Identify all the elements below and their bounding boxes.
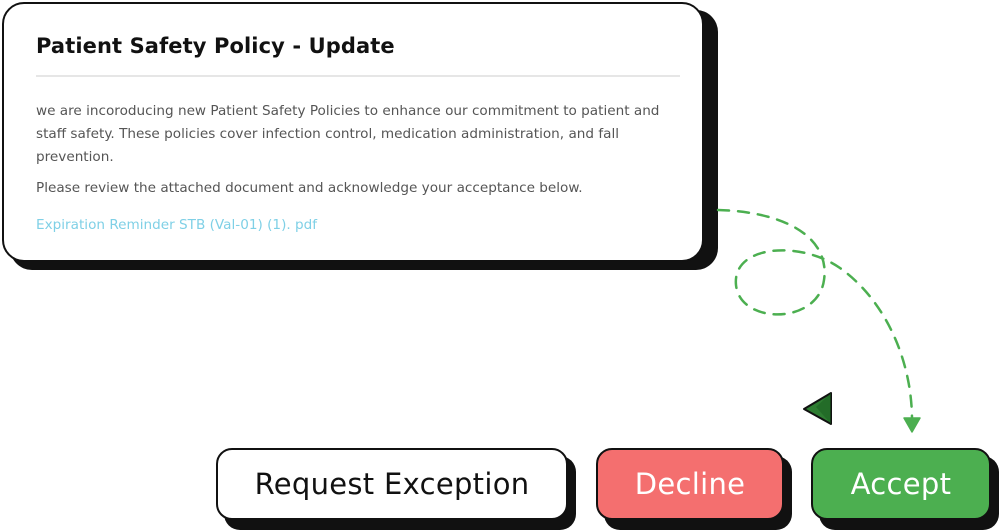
cursor-pointer-icon xyxy=(803,392,832,425)
stage: Patient Safety Policy - Update we are in… xyxy=(0,0,1000,532)
policy-description: we are incoroducing new Patient Safety P… xyxy=(36,103,660,165)
decline-button[interactable]: Decline xyxy=(596,448,784,520)
policy-instruction: Please review the attached document and … xyxy=(36,180,583,196)
request-exception-button[interactable]: Request Exception xyxy=(216,448,568,520)
policy-title: Patient Safety Policy - Update xyxy=(36,34,395,58)
accept-button[interactable]: Accept xyxy=(811,448,991,520)
decline-button-wrap: Decline xyxy=(596,448,792,530)
request-exception-button-wrap: Request Exception xyxy=(216,448,576,530)
accept-button-wrap: Accept xyxy=(811,448,999,530)
policy-card: Patient Safety Policy - Update we are in… xyxy=(2,2,704,262)
title-divider xyxy=(36,75,680,77)
attachment-link[interactable]: Expiration Reminder STB (Val-01) (1). pd… xyxy=(36,214,317,237)
